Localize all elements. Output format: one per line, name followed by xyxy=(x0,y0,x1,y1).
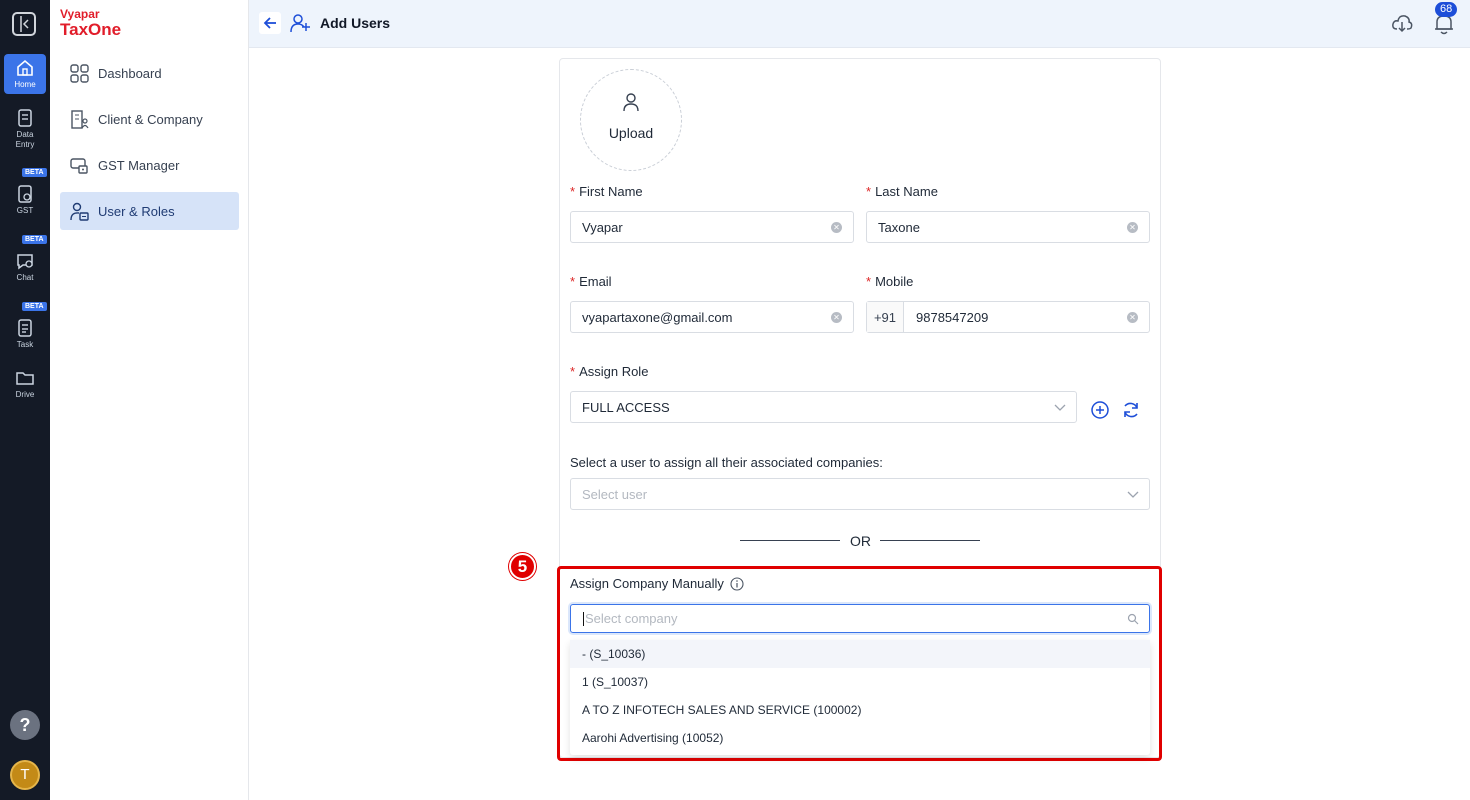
sidebar-item-dashboard[interactable]: Dashboard xyxy=(60,54,239,92)
assign-company-label: Assign Company Manually xyxy=(570,576,744,591)
mobile-value: 9878547209 xyxy=(916,309,989,325)
sidebar-toggle-icon[interactable] xyxy=(12,12,36,36)
country-code-prefix: +91 xyxy=(867,302,904,332)
sidebar-item-label: Dashboard xyxy=(98,65,162,81)
gst-manager-icon xyxy=(70,157,88,174)
assign-role-value: FULL ACCESS xyxy=(582,399,670,415)
beta-badge: BETA xyxy=(22,235,47,244)
home-icon xyxy=(17,59,33,76)
sidebar-item-label: Client & Company xyxy=(98,111,203,127)
first-name-label: * First Name xyxy=(570,184,643,199)
company-option[interactable]: - (S_10036) xyxy=(570,640,1150,668)
add-user-icon xyxy=(290,14,310,33)
chat-icon xyxy=(17,254,33,270)
brand-logo-top: Vyapar xyxy=(60,7,100,21)
task-icon xyxy=(18,319,32,337)
mobile-label: * Mobile xyxy=(866,274,914,289)
data-entry-icon xyxy=(18,109,32,127)
divider-line xyxy=(880,540,980,541)
sidebar-item-gst-manager[interactable]: GST Manager xyxy=(60,146,239,184)
rail-item-data-entry[interactable]: Data Entry xyxy=(4,108,46,150)
clear-icon[interactable]: ✕ xyxy=(1127,222,1138,233)
rail-item-label: Drive xyxy=(15,390,35,399)
cloud-download-icon[interactable] xyxy=(1391,12,1413,34)
beta-badge: BETA xyxy=(22,302,47,311)
notification-badge: 68 xyxy=(1435,2,1458,17)
add-role-icon[interactable] xyxy=(1090,400,1110,420)
email-label: * Email xyxy=(570,274,612,289)
clear-icon[interactable]: ✕ xyxy=(831,222,842,233)
chevron-down-icon xyxy=(1054,404,1066,411)
sidebar: Vyapar TaxOne Dashboard Client & Company… xyxy=(50,0,249,800)
last-name-value: Taxone xyxy=(878,219,920,235)
avatar[interactable]: T xyxy=(10,760,40,790)
step-badge: 5 xyxy=(509,553,536,580)
building-icon xyxy=(71,109,89,129)
divider-line xyxy=(740,540,840,541)
brand-logo-bottom: TaxOne xyxy=(60,20,122,39)
text-caret xyxy=(583,611,584,626)
brand-logo: Vyapar TaxOne xyxy=(60,7,121,40)
page-header: Add Users 68 xyxy=(249,0,1470,48)
icon-rail: Home Data Entry BETA GST BETA Chat BETA … xyxy=(0,0,50,800)
sidebar-item-label: User & Roles xyxy=(98,203,175,219)
email-field[interactable]: vyapartaxone@gmail.com ✕ xyxy=(570,301,854,333)
rail-item-chat[interactable]: Chat xyxy=(4,251,46,282)
user-icon xyxy=(623,93,639,112)
folder-icon xyxy=(16,372,34,385)
select-user-placeholder: Select user xyxy=(582,486,648,502)
mobile-field[interactable]: +91 9878547209 ✕ xyxy=(866,301,1150,333)
chevron-down-icon xyxy=(1127,491,1139,498)
user-roles-icon xyxy=(70,202,89,221)
search-icon xyxy=(1127,613,1139,625)
arrow-left-icon xyxy=(263,17,276,29)
clear-icon[interactable]: ✕ xyxy=(1127,312,1138,323)
first-name-field[interactable]: Vyapar ✕ xyxy=(570,211,854,243)
select-user-label: Select a user to assign all their associ… xyxy=(570,455,883,470)
company-search-placeholder: Select company xyxy=(585,611,678,626)
rail-item-home[interactable]: Home xyxy=(4,54,46,94)
select-user-dropdown[interactable]: Select user xyxy=(570,478,1150,510)
rail-item-label: Data Entry xyxy=(15,130,35,149)
rail-item-gst[interactable]: GST xyxy=(4,184,46,215)
upload-avatar-button[interactable]: Upload xyxy=(580,69,682,171)
email-value: vyapartaxone@gmail.com xyxy=(582,309,733,325)
rail-item-label: Chat xyxy=(16,273,34,282)
beta-badge: BETA xyxy=(22,168,47,177)
info-icon[interactable] xyxy=(730,576,744,591)
assign-role-label: * Assign Role xyxy=(570,364,649,379)
last-name-label: * Last Name xyxy=(866,184,938,199)
last-name-field[interactable]: Taxone ✕ xyxy=(866,211,1150,243)
back-button[interactable] xyxy=(259,12,281,34)
company-option[interactable]: Aarohi Advertising (10052) xyxy=(570,724,1150,752)
gst-icon xyxy=(18,185,32,203)
rail-item-drive[interactable]: Drive xyxy=(4,368,46,399)
rail-item-label: GST xyxy=(16,206,34,215)
company-search-input[interactable]: Select company xyxy=(570,604,1150,633)
first-name-value: Vyapar xyxy=(582,219,623,235)
rail-item-task[interactable]: Task xyxy=(4,318,46,349)
upload-label: Upload xyxy=(608,125,654,141)
rail-item-label: Task xyxy=(16,340,34,349)
page-title: Add Users xyxy=(320,15,391,31)
sidebar-item-client-company[interactable]: Client & Company xyxy=(60,100,239,138)
assign-role-select[interactable]: FULL ACCESS xyxy=(570,391,1077,423)
company-option[interactable]: 1 (S_10037) xyxy=(570,668,1150,696)
dashboard-icon xyxy=(70,63,89,83)
sidebar-item-user-roles[interactable]: User & Roles xyxy=(60,192,239,230)
company-dropdown-list: - (S_10036) 1 (S_10037) A TO Z INFOTECH … xyxy=(570,640,1150,755)
or-divider-text: OR xyxy=(850,533,871,549)
clear-icon[interactable]: ✕ xyxy=(831,312,842,323)
company-option[interactable]: A TO Z INFOTECH SALES AND SERVICE (10000… xyxy=(570,696,1150,724)
sidebar-item-label: GST Manager xyxy=(98,157,180,173)
refresh-icon[interactable] xyxy=(1121,400,1141,420)
help-button[interactable]: ? xyxy=(10,710,40,740)
rail-item-label: Home xyxy=(14,80,36,89)
